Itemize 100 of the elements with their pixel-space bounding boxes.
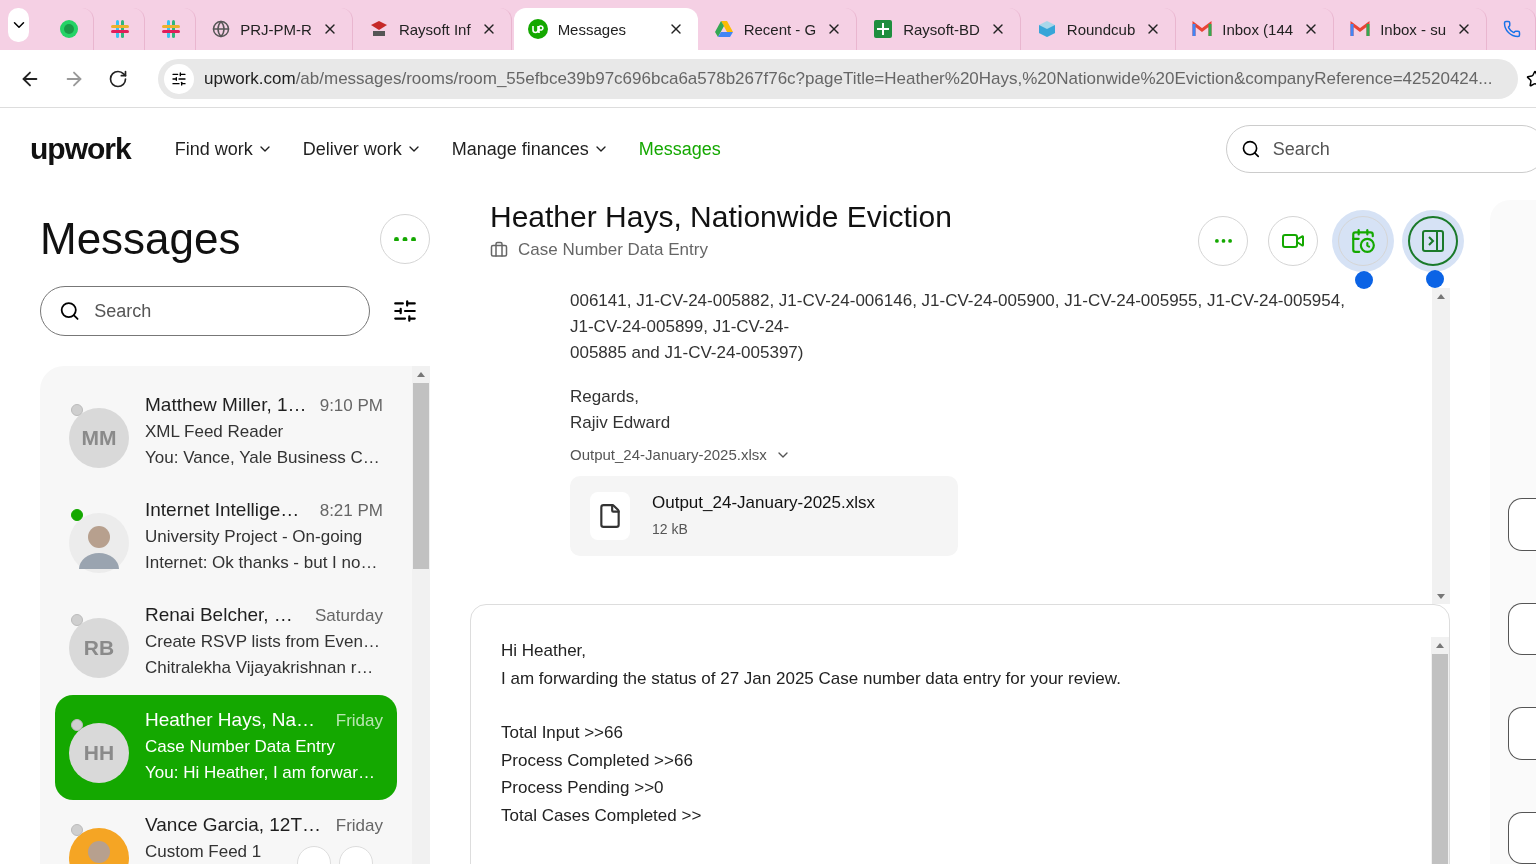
attachment-label: Output_24-January-2025.xlsx xyxy=(570,445,767,465)
panel-card[interactable] xyxy=(1508,602,1536,655)
tab-list-button[interactable] xyxy=(8,8,30,42)
ellipsis-icon xyxy=(394,236,416,242)
contact-name: Heather Hays, Na… xyxy=(145,709,315,731)
browser-tab[interactable]: Roundcub xyxy=(1022,8,1177,50)
message-preview: You: Hi Heather, I am forwar… xyxy=(145,763,376,783)
draft-text: Process Pending >>0 xyxy=(501,777,665,799)
tab-title: Inbox (144 xyxy=(1222,20,1294,38)
mail-m-icon xyxy=(1192,19,1213,39)
message-preview: Chitralekha Vijayakrishnan r… xyxy=(145,658,375,678)
search-input[interactable]: Search xyxy=(1270,137,1531,161)
sliders-icon xyxy=(171,70,187,87)
page-title: Messages xyxy=(40,214,241,264)
tab-title: Messages xyxy=(557,20,627,38)
file-name: Output_24-January-2025.xlsx xyxy=(652,492,876,514)
draft-text: Process Completed >>66 xyxy=(501,749,694,772)
scrollbar[interactable] xyxy=(1431,637,1449,864)
browser-tab[interactable]: Inbox (144 xyxy=(1178,8,1335,50)
message-time: Saturday xyxy=(314,606,383,626)
message-time: Friday xyxy=(335,816,383,836)
contact-name: Vance Garcia, 12T… xyxy=(145,814,321,836)
nav-link[interactable]: Manage finances xyxy=(451,138,609,160)
hash-grid-icon xyxy=(110,19,131,39)
up-logo-icon xyxy=(527,19,548,39)
browser-tab[interactable]: PRJ-PM-R xyxy=(198,8,353,50)
conversation-subject: Create RSVP lists from Even… xyxy=(145,632,381,652)
tab-title: Raysoft Inf xyxy=(398,20,471,38)
tab-title: PRJ-PM-R xyxy=(240,20,312,38)
panel-toggle-icon xyxy=(1420,228,1446,254)
draft-text: I am forwarding the status of 27 Jan 2025 Case number data entry for your review. xyxy=(501,667,1122,690)
address-bar[interactable]: upwork.com/ab/messages/rooms/room_55efbce39b97c696bca6a578b267f76c?pageTitle=Heather%20Hays,%20Nationwide%20Eviction&companyReference=42520424... xyxy=(158,58,1518,99)
message-text: Regards, xyxy=(570,386,640,408)
browser-tab[interactable]: Recent - G xyxy=(699,8,858,50)
panel-card[interactable] xyxy=(1508,811,1536,864)
message-text: J1-CV-24-005899, J1-CV-24- xyxy=(570,316,791,338)
initials-avatar: RB xyxy=(69,618,129,678)
panel-card[interactable] xyxy=(1508,707,1536,760)
search-icon xyxy=(1241,138,1261,160)
upwork-logo[interactable]: upwork xyxy=(30,132,131,166)
conversation-subject: XML Feed Reader xyxy=(145,422,285,442)
nav-link[interactable]: Find work xyxy=(174,138,273,160)
globe-icon xyxy=(212,20,231,38)
panel-card[interactable] xyxy=(1508,498,1536,551)
hash-grid-icon xyxy=(161,19,182,39)
conversation-item[interactable]: Internet Intellige… 8:21 PM University Project - On-going Internet: Ok thanks - but I no… xyxy=(55,485,397,590)
file-size: 12 kB xyxy=(652,520,689,539)
project-name: Case Number Data Entry xyxy=(518,240,708,260)
video-call-button[interactable] xyxy=(1268,216,1318,266)
filter-icon[interactable] xyxy=(392,298,418,324)
search-input[interactable]: Search xyxy=(92,299,351,323)
tab-title: Raysoft-BD xyxy=(903,20,980,38)
briefcase-icon xyxy=(490,241,508,259)
browser-tab[interactable]: Messages xyxy=(513,8,698,50)
conversation-subject: University Project - On-going xyxy=(145,527,364,547)
phone-icon xyxy=(1503,20,1521,38)
message-preview: You: Vance, Yale Business C… xyxy=(145,448,381,468)
conversation-subject: Custom Feed 1 xyxy=(145,842,262,862)
message-text: Rajiv Edward xyxy=(570,412,672,434)
nav-link[interactable]: Deliver work xyxy=(302,138,422,160)
file-attachment[interactable]: Output_24-January-2025.xlsx 12 kB xyxy=(570,476,958,556)
reload-icon xyxy=(108,68,128,89)
browser-tab[interactable]: Inbox - su xyxy=(1336,8,1487,50)
notification-dot xyxy=(1426,270,1444,288)
message-text: 006141, J1-CV-24-005882, J1-CV-24-006146, J1-CV-24-005900, J1-CV-24-005955, J1-CV-24-005954, xyxy=(570,290,1346,312)
contact-name: Renai Belcher, … xyxy=(145,604,293,626)
scrollbar[interactable] xyxy=(1432,288,1450,604)
message-input[interactable]: Hi Heather, I am forwarding the status of 27 Jan 2025 Case number data entry for your review. Total Input >>66 Process Completed >>66 Process Pending >>0 Total Cases Completed >> xyxy=(470,604,1450,864)
draft-text: Total Input >>66 xyxy=(501,722,624,744)
search-field[interactable]: Search xyxy=(40,286,370,336)
tab-title: Inbox - su xyxy=(1380,20,1446,38)
tab-title: Recent - G xyxy=(743,20,817,38)
cube-icon xyxy=(1036,19,1057,39)
message-text: 005885 and J1-CV-24-005397) xyxy=(570,342,805,364)
file-icon xyxy=(597,503,623,529)
contact-name: Internet Intellige… xyxy=(145,499,300,521)
person-silhouette-avatar xyxy=(69,513,129,573)
message-time: Friday xyxy=(335,711,383,731)
browser-tab[interactable]: Raysoft Inf xyxy=(354,8,512,50)
search-icon xyxy=(59,299,81,323)
conversation-item[interactable]: RB Renai Belcher, … Saturday Create RSVP lists from Even… Chitralekha Vijayakrishnan r… xyxy=(55,590,397,695)
browser-tab[interactable]: Raysoft-BD xyxy=(859,8,1021,50)
calendar-clock-icon xyxy=(1350,228,1376,254)
message-preview: Internet: Ok thanks - but I no… xyxy=(145,553,379,573)
spreadsheet-icon xyxy=(873,19,894,39)
site-settings-button[interactable] xyxy=(164,63,194,94)
initials-avatar: HH xyxy=(69,723,129,783)
mail-m-icon xyxy=(1350,19,1371,39)
scrollbar[interactable] xyxy=(412,366,430,864)
conversation-subject: Case Number Data Entry xyxy=(145,737,336,757)
triangle-drive-icon xyxy=(713,19,734,39)
draft-text: Total Cases Completed >> xyxy=(501,804,703,827)
initials-avatar: MM xyxy=(69,408,129,468)
tab-title: Roundcub xyxy=(1066,20,1136,38)
contact-name: Matthew Miller, 1… xyxy=(145,394,307,416)
draft-text: Hi Heather, xyxy=(501,640,588,662)
notification-dot xyxy=(1355,271,1373,289)
conversation-item[interactable]: MM Matthew Miller, 1… 9:10 PM XML Feed Reader You: Vance, Yale Business C… xyxy=(55,380,397,485)
message-time: 8:21 PM xyxy=(319,501,383,521)
ellipsis-icon xyxy=(1214,239,1232,243)
